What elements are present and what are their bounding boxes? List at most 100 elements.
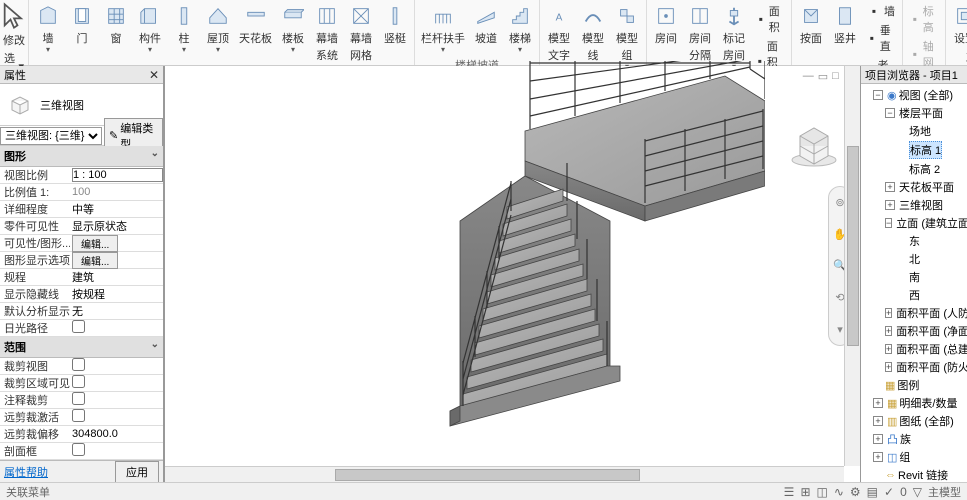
anno-crop-checkbox[interactable] — [72, 392, 85, 405]
close-icon[interactable]: ✕ — [149, 68, 159, 82]
row-display-opts: 图形显示选项编辑... — [0, 252, 163, 269]
group-room: 房间房间分隔标记房间▾ ▪面积▪面积 ▾▪标记 面积 房间和面积 — [647, 0, 792, 65]
tree-floorplan-item-0[interactable]: 场地 — [897, 122, 967, 140]
ribbon-item-g-build-5[interactable]: 屋顶▾ — [203, 2, 233, 55]
view-scale-input[interactable] — [72, 168, 163, 182]
tree-elevation-item-3[interactable]: 西 — [897, 286, 967, 304]
ribbon-item-g-build-1[interactable]: 门 — [67, 2, 97, 47]
crop-visible-checkbox[interactable] — [72, 375, 85, 388]
crop-view-checkbox[interactable] — [72, 358, 85, 371]
status-icon-4[interactable]: ∿ — [834, 485, 844, 499]
group-workplane-title: 工作平 — [950, 47, 967, 67]
status-icon-7[interactable]: ✓ — [884, 485, 894, 499]
parts-vis-value[interactable]: 显示原状态 — [70, 218, 163, 234]
viewcube[interactable] — [788, 116, 840, 168]
analysis-disp-value[interactable]: 无 — [70, 303, 163, 319]
cursor-icon[interactable] — [0, 2, 28, 30]
tree-schedules[interactable]: +▦明细表/数量 — [873, 394, 967, 412]
sun-path-checkbox[interactable] — [72, 320, 85, 333]
status-icon-8[interactable]: 0 — [900, 485, 907, 499]
status-model-label[interactable]: 主模型 — [928, 484, 961, 500]
small-icon: ▪ — [756, 12, 766, 26]
ribbon-item-g-build-3[interactable]: 构件▾ — [135, 2, 165, 55]
restore-icon[interactable]: ▭ — [818, 70, 828, 83]
tree-areaplan-1[interactable]: +面积平面 (净面积 — [885, 322, 967, 340]
ribbon-item-g-build-9[interactable]: 幕墙网格 — [346, 2, 376, 64]
row-parts-vis: 零件可见性显示原状态 — [0, 218, 163, 235]
detail-level-value[interactable]: 中等 — [70, 201, 163, 217]
ribbon-item-g-build-10[interactable]: 竖梃 — [380, 2, 410, 47]
status-filter-icon[interactable]: ▽ — [913, 485, 922, 499]
tree-legends[interactable]: ▦图例 — [873, 376, 967, 394]
ribbon-item-g-build-8[interactable]: 幕墙系统 — [312, 2, 342, 64]
tree-elevations[interactable]: −立面 (建筑立面) — [885, 214, 967, 232]
ribbon-small-g-open-s-1[interactable]: ▪垂直 — [864, 21, 898, 55]
ribbon-item-g-model-0[interactable]: A模型文字 — [544, 2, 574, 64]
tree-3dviews[interactable]: +三维视图 — [885, 196, 967, 214]
ribbon-small-g-datum-0: ▪标高 — [907, 2, 941, 36]
tree-floorplan-item-2[interactable]: 标高 2 — [897, 160, 967, 178]
ribbon-item-g-circ-1[interactable]: 坡道 — [471, 2, 501, 47]
ribbon-item-g-circ-0[interactable]: 栏杆扶手▾ — [419, 2, 467, 55]
project-tree: −◉视图 (全部) −楼层平面 场地标高 1标高 2 +天花板平面 +三维视图 … — [861, 84, 967, 482]
tree-floorplan-item-1[interactable]: 标高 1 — [897, 140, 967, 160]
ribbon-item-g-work-0[interactable]: 设置 — [950, 2, 967, 47]
ribbon-item-g-model-1[interactable]: 模型线 — [578, 2, 608, 64]
ribbon-item-g-build-2[interactable]: 窗 — [101, 2, 131, 47]
ribbon-item-g-build-4[interactable]: 柱▾ — [169, 2, 199, 55]
tree-sheets[interactable]: +▥图纸 (全部) — [873, 412, 967, 430]
minimize-icon[interactable]: — — [803, 70, 814, 83]
ribbon-item-g-build-6[interactable]: 天花板 — [237, 2, 274, 47]
tree-areaplan-2[interactable]: +面积平面 (总建筑 — [885, 340, 967, 358]
status-icon-5[interactable]: ⚙ — [850, 485, 861, 499]
status-icon-1[interactable]: ☰ — [784, 485, 795, 499]
tree-areaplan-3[interactable]: +面积平面 (防火分 — [885, 358, 967, 376]
status-icon-2[interactable]: ⊞ — [800, 485, 810, 499]
vg-edit-button[interactable]: 编辑... — [72, 235, 118, 252]
dropdown-icon: ▾ — [182, 45, 186, 54]
ribbon-small-g-open-s-0[interactable]: ▪墙 — [864, 2, 898, 20]
tree-ceilingplans[interactable]: +天花板平面 — [885, 178, 967, 196]
maximize-icon[interactable]: □ — [832, 70, 839, 83]
ribbon-item-g-circ-2[interactable]: 楼梯▾ — [505, 2, 535, 55]
small-icon: ▪ — [910, 47, 920, 61]
far-clip-offset-value[interactable]: 304800.0 — [70, 428, 163, 440]
row-crop-view: 裁剪视图 — [0, 358, 163, 375]
ribbon-icon — [687, 3, 713, 29]
tree-families[interactable]: +凸族 — [873, 430, 967, 448]
hidden-lines-value[interactable]: 按规程 — [70, 286, 163, 302]
ribbon-icon — [473, 3, 499, 29]
tree-groups[interactable]: +◫组 — [873, 448, 967, 466]
modify-label[interactable]: 修改 — [3, 32, 25, 48]
ribbon-small-g-room-s-0[interactable]: ▪面积 — [753, 2, 787, 36]
ribbon-item-g-open-1[interactable]: 竖井 — [830, 2, 860, 47]
group-opening: 按面竖井 ▪墙▪垂直▪老虎窗 洞口 — [792, 0, 903, 65]
tree-areaplan-0[interactable]: +面积平面 (人防分 — [885, 304, 967, 322]
drawing-canvas[interactable]: — ▭ □ ✕ ⊚ ✋ 🔍 ⟲ ▾ — [164, 66, 861, 482]
tree-floorplans[interactable]: −楼层平面 — [885, 104, 967, 122]
cat-extents[interactable]: 范围⌄ — [0, 337, 163, 358]
properties-title: 属性 — [4, 67, 26, 83]
ribbon-item-g-build-0[interactable]: 墙▾ — [33, 2, 63, 55]
tree-views[interactable]: −◉视图 (全部) — [873, 86, 967, 104]
ribbon-item-g-open-0[interactable]: 按面 — [796, 2, 826, 47]
ribbon-item-g-build-7[interactable]: 楼板▾ — [278, 2, 308, 55]
discipline-value[interactable]: 建筑 — [70, 269, 163, 285]
tree-elevation-item-2[interactable]: 南 — [897, 268, 967, 286]
far-clip-checkbox[interactable] — [72, 409, 85, 422]
canvas-scrollbar-horizontal[interactable] — [165, 466, 844, 482]
instance-selector[interactable]: 三维视图: {三维} — [0, 127, 102, 145]
status-icon-3[interactable]: ◫ — [817, 485, 828, 499]
status-icon-6[interactable]: ▤ — [867, 485, 878, 499]
display-edit-button[interactable]: 编辑... — [72, 252, 118, 269]
apply-button[interactable]: 应用 — [115, 461, 159, 483]
cat-graphics[interactable]: 图形⌄ — [0, 146, 163, 167]
section-box-checkbox[interactable] — [72, 443, 85, 456]
tree-elevation-item-1[interactable]: 北 — [897, 250, 967, 268]
canvas-scrollbar-vertical[interactable] — [844, 66, 860, 466]
tree-links[interactable]: ⇔Revit 链接 — [873, 466, 967, 482]
tree-elevation-item-0[interactable]: 东 — [897, 232, 967, 250]
ribbon-icon — [243, 3, 269, 29]
properties-help-link[interactable]: 属性帮助 — [0, 464, 115, 480]
nav-more-icon[interactable]: ▾ — [837, 323, 843, 336]
